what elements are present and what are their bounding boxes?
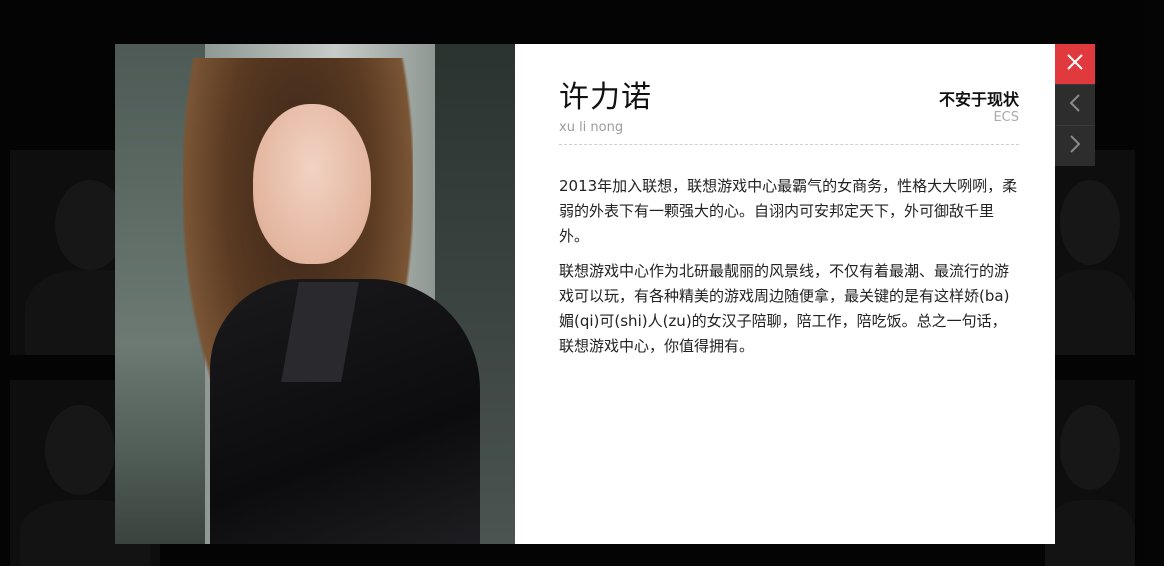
- profile-photo: [115, 44, 515, 544]
- profile-bio: 2013年加入联想，联想游戏中心最霸气的女商务，性格大大咧咧，柔弱的外表下有一颗…: [559, 174, 1019, 369]
- bio-paragraph: 2013年加入联想，联想游戏中心最霸气的女商务，性格大大咧咧，柔弱的外表下有一颗…: [559, 177, 1018, 245]
- bio-paragraph: 联想游戏中心作为北研最靓丽的风景线，不仅有着最潮、最流行的游戏可以玩，有各种精美…: [559, 262, 1010, 355]
- close-icon: [1066, 53, 1084, 75]
- profile-motto: 不安于现状: [938, 90, 1019, 109]
- chevron-right-icon: [1069, 134, 1081, 158]
- profile-modal: 许力诺 xu li nong 不安于现状 ECS 2013年加入联想，联想游戏中…: [115, 44, 1055, 544]
- chevron-left-icon: [1069, 93, 1081, 117]
- profile-name: 许力诺: [559, 80, 652, 115]
- profile-pinyin: xu li nong: [559, 120, 624, 135]
- next-button[interactable]: [1055, 125, 1095, 166]
- previous-button[interactable]: [1055, 84, 1095, 125]
- close-button[interactable]: [1055, 44, 1095, 84]
- profile-department: ECS: [993, 110, 1019, 125]
- divider: [559, 144, 1019, 145]
